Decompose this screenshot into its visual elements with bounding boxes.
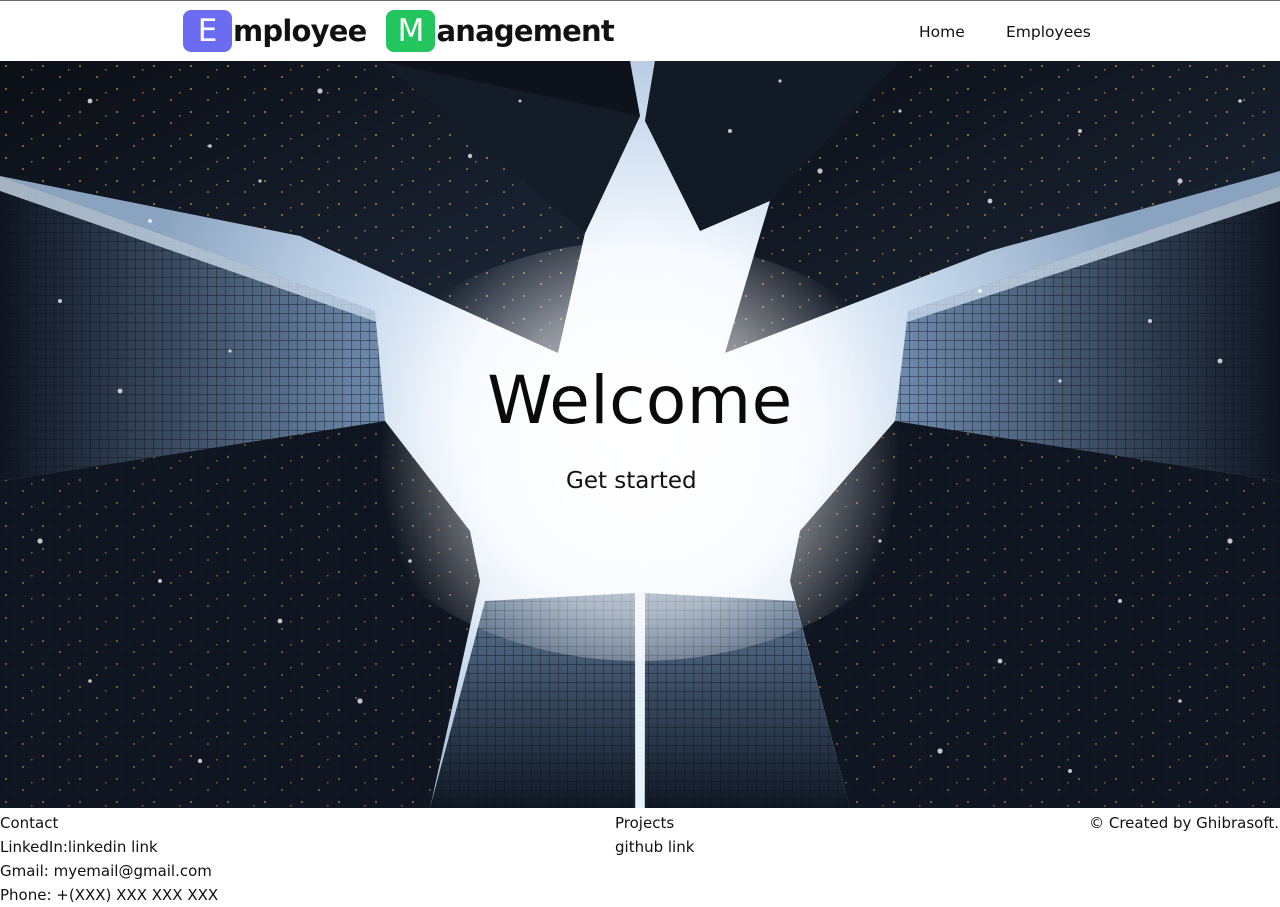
- brand-word-management: anagement: [436, 14, 614, 48]
- brand-logo[interactable]: E mployee M anagement: [183, 10, 615, 52]
- gmail-text: Gmail: myemail@gmail.com: [0, 862, 212, 880]
- linkedin-link[interactable]: linkedin link: [68, 838, 158, 856]
- contact-heading: Contact: [0, 814, 59, 832]
- brand-badge-e: E: [183, 10, 232, 52]
- brand-word-employee: mployee: [233, 14, 367, 48]
- linkedin-row: LinkedIn:linkedin link: [0, 835, 218, 859]
- top-navbar: E mployee M anagement Home Employees: [0, 0, 1280, 61]
- get-started-link[interactable]: Get started: [566, 466, 697, 496]
- page-footer: Contact LinkedIn:linkedin link Gmail: my…: [0, 808, 1280, 906]
- copyright-text: © Created by Ghibrasoft.: [1089, 814, 1279, 832]
- nav-link-employees[interactable]: Employees: [1006, 21, 1091, 43]
- footer-projects: Projects github link: [615, 811, 694, 859]
- hero-title: Welcome: [487, 362, 793, 439]
- github-link[interactable]: github link: [615, 838, 694, 856]
- nav-link-home[interactable]: Home: [919, 21, 965, 43]
- brand-badge-m: M: [386, 10, 436, 52]
- linkedin-label: LinkedIn:: [0, 838, 68, 856]
- projects-heading: Projects: [615, 814, 675, 832]
- phone-text: Phone: +(XXX) XXX XXX XXX: [0, 886, 219, 904]
- hero-section: Welcome Get started: [0, 61, 1280, 808]
- footer-contact: Contact LinkedIn:linkedin link Gmail: my…: [0, 811, 218, 907]
